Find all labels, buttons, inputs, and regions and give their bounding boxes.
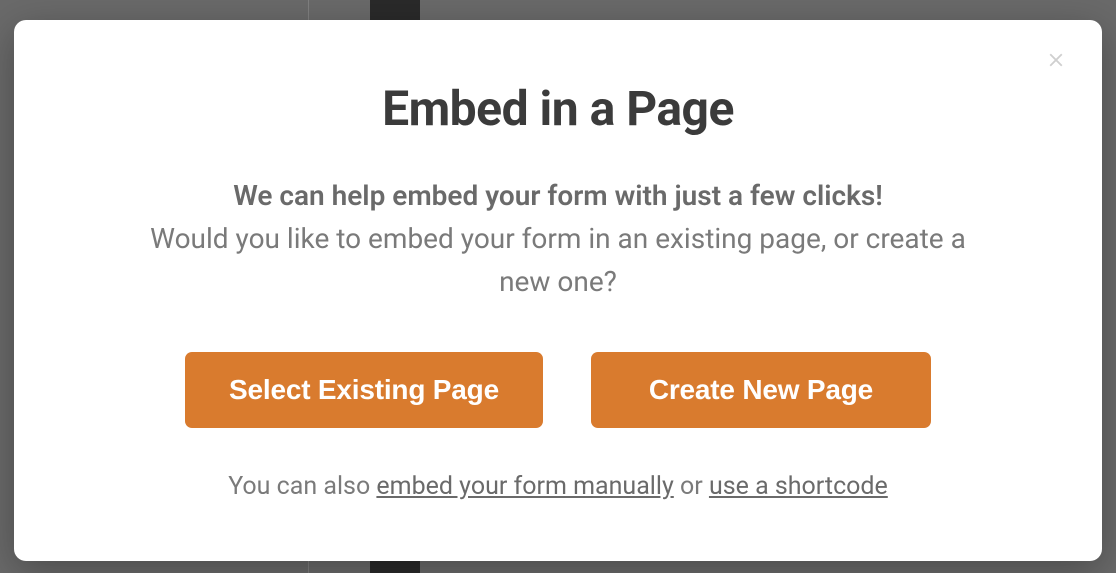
close-button[interactable]: [1042, 48, 1070, 76]
embed-manually-link[interactable]: embed your form manually: [376, 472, 673, 501]
footer-middle: or: [674, 472, 709, 501]
modal-subtitle-bold: We can help embed your form with just a …: [233, 175, 883, 217]
use-shortcode-link[interactable]: use a shortcode: [709, 472, 888, 501]
button-row: Select Existing Page Create New Page: [185, 352, 931, 428]
select-existing-page-button[interactable]: Select Existing Page: [185, 352, 543, 428]
create-new-page-button[interactable]: Create New Page: [591, 352, 931, 428]
footer-prefix: You can also: [228, 472, 376, 501]
backdrop-decoration: [370, 0, 420, 20]
modal-subtitle: Would you like to embed your form in an …: [133, 217, 983, 304]
embed-modal: Embed in a Page We can help embed your f…: [14, 20, 1102, 561]
modal-title: Embed in a Page: [382, 80, 734, 137]
backdrop-decoration: [370, 561, 420, 573]
footer-text: You can also embed your form manually or…: [228, 472, 888, 501]
close-icon: [1045, 49, 1067, 75]
